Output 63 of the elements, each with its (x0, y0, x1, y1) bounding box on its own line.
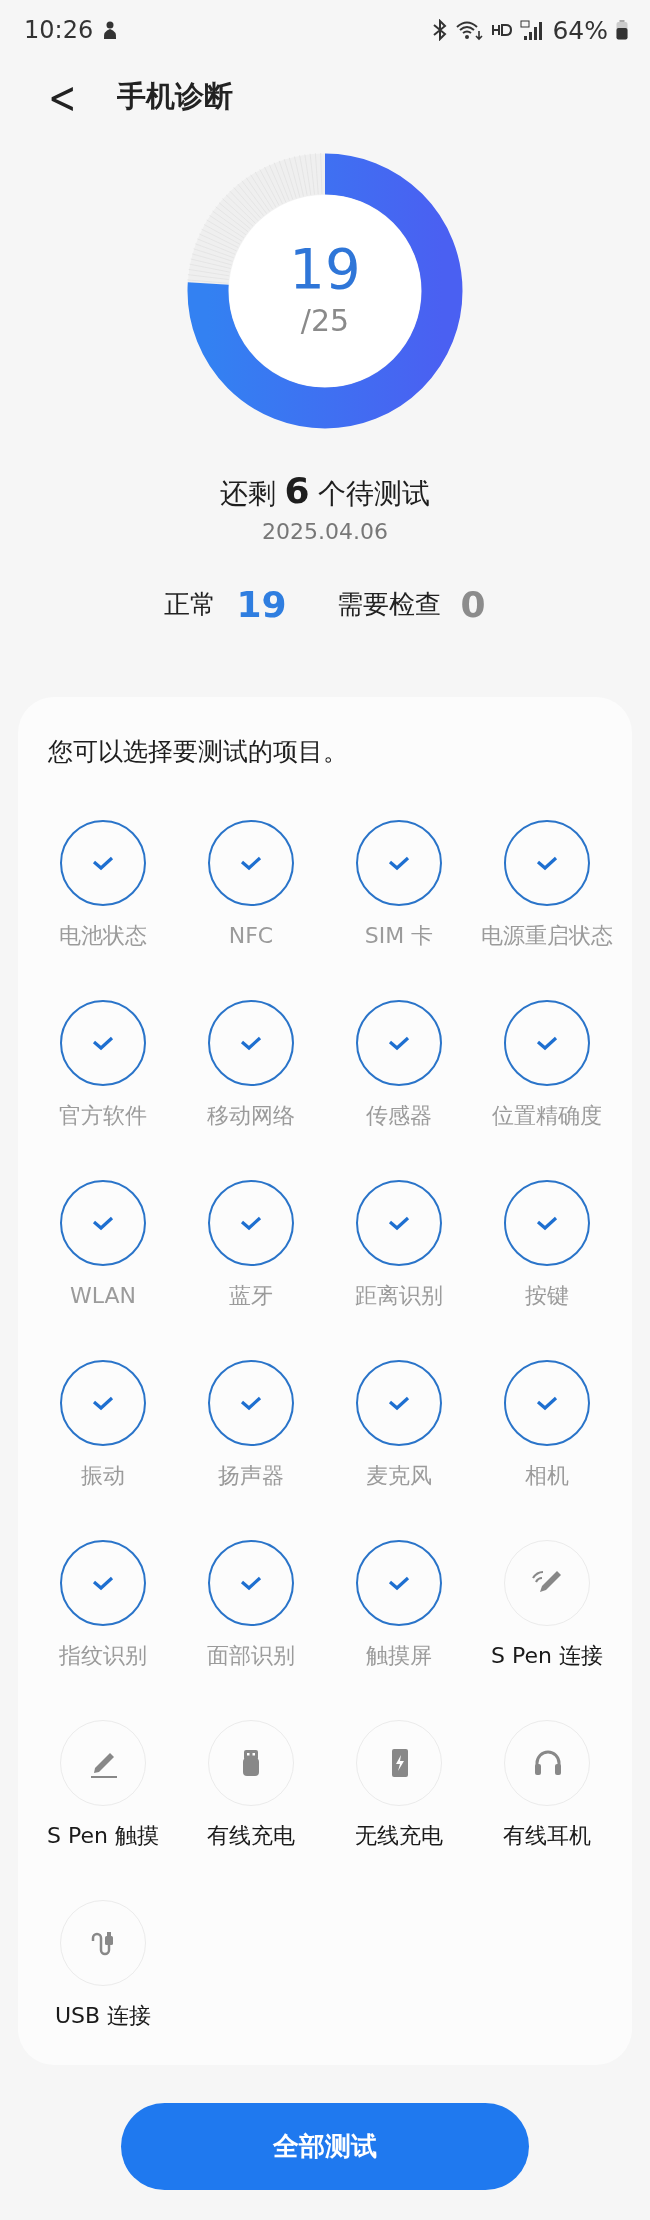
stat-count: 0 (460, 584, 486, 625)
test-item-label: 移动网络 (207, 1102, 295, 1130)
battery-percent: 64% (552, 15, 608, 45)
check-icon (536, 1035, 558, 1051)
instruction-text: 您可以选择要测试的项目。 (47, 736, 349, 768)
check-icon (92, 1575, 114, 1591)
back-button[interactable]: < (44, 74, 81, 120)
check-icon (388, 1395, 410, 1411)
test-item-label: 有线充电 (207, 1822, 295, 1850)
check-icon (388, 1575, 410, 1591)
test-item-label: 蓝牙 (229, 1282, 273, 1310)
check-icon (536, 855, 558, 871)
stat-count: 19 (236, 584, 287, 625)
test-item-label: WLAN (70, 1282, 136, 1310)
check-icon (240, 1035, 262, 1051)
test-date: 2025.04.06 (262, 519, 388, 544)
check-icon (92, 1395, 114, 1411)
wifi-icon (456, 19, 485, 41)
test-all-button[interactable]: 全部测试 (121, 2103, 529, 2190)
test-item-label: 有线耳机 (503, 1822, 591, 1850)
test-item-label: 面部识别 (207, 1642, 295, 1670)
remaining-tests-text: 还剩 6 个待测试 (219, 470, 431, 513)
test-item-label: 触摸屏 (366, 1642, 432, 1670)
check-icon (240, 1215, 262, 1231)
check-icon (388, 1215, 410, 1231)
total-count: /25 (300, 303, 350, 339)
bluetooth-icon (432, 19, 449, 41)
check-icon (388, 1035, 410, 1051)
test-item-label: S Pen 触摸 (47, 1822, 159, 1850)
test-item-label: NFC (228, 922, 274, 950)
test-item-label: 电源重启状态 (481, 922, 613, 950)
battery-icon (616, 20, 628, 40)
passed-count: 19 (289, 237, 361, 300)
test-item-label: 官方软件 (59, 1102, 147, 1130)
status-time: 10:26 (24, 16, 94, 44)
signal-icon (520, 19, 545, 41)
check-icon (92, 1035, 114, 1051)
test-item-label: 麦克风 (366, 1462, 432, 1490)
check-icon (92, 855, 114, 871)
test-item-label: USB 连接 (54, 2002, 152, 2030)
test-item-label: 相机 (525, 1462, 569, 1490)
test-item-label: 电池状态 (59, 922, 147, 950)
test-item-label: 位置精确度 (492, 1102, 602, 1130)
test-item-label: 传感器 (366, 1102, 432, 1130)
test-item-label: 按键 (525, 1282, 569, 1310)
test-item-label: SIM 卡 (364, 922, 434, 950)
check-icon (240, 1395, 262, 1411)
hd-icon (492, 24, 513, 36)
test-item-label: 扬声器 (218, 1462, 284, 1490)
test-item-label: S Pen 连接 (491, 1642, 603, 1670)
check-icon (388, 855, 410, 871)
test-item-label: 指纹识别 (59, 1642, 147, 1670)
check-icon (536, 1395, 558, 1411)
test-item-label: 距离识别 (355, 1282, 443, 1310)
test-item-label: 无线充电 (355, 1822, 443, 1850)
check-icon (92, 1215, 114, 1231)
page-title: 手机诊断 (116, 78, 233, 115)
stat-label: 需要检查 (336, 588, 441, 621)
check-icon (536, 1215, 558, 1231)
check-icon (240, 1575, 262, 1591)
test-item-label: 振动 (81, 1462, 125, 1490)
check-icon (240, 855, 262, 871)
stat-label: 正常 (164, 588, 217, 621)
